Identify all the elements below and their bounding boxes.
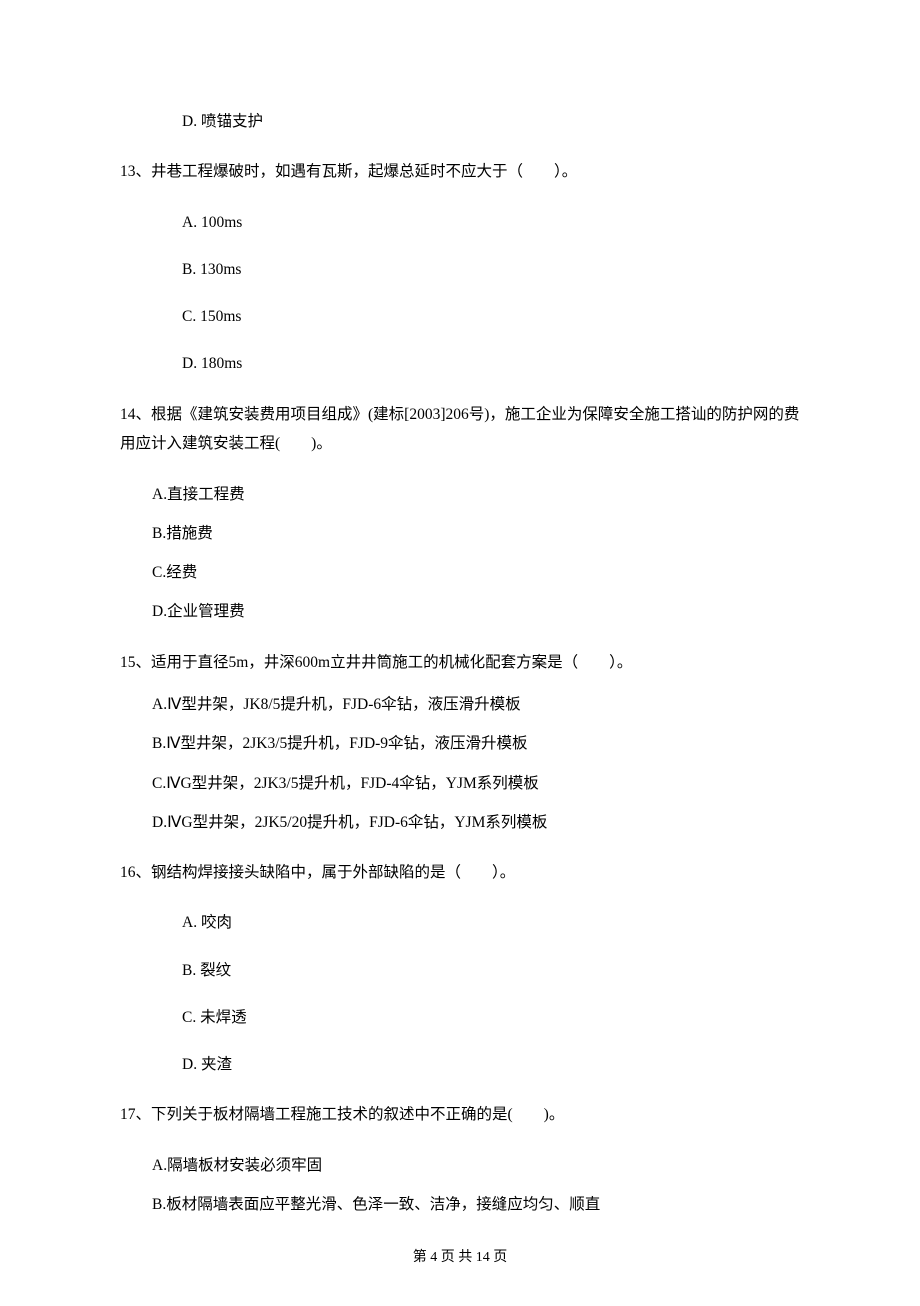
q16-option-b: B. 裂纹 bbox=[120, 959, 800, 982]
q13-option-b: B. 130ms bbox=[120, 258, 800, 281]
q13-option-c: C. 150ms bbox=[120, 305, 800, 328]
q17-stem: 17、下列关于板材隔墙工程施工技术的叙述中不正确的是( )。 bbox=[120, 1100, 800, 1129]
q13-option-a: A. 100ms bbox=[120, 211, 800, 234]
q15-option-c: C.ⅣG型井架，2JK3/5提升机，FJD‐4伞钻，YJM系列模板 bbox=[120, 772, 800, 795]
q16-option-a: A. 咬肉 bbox=[120, 911, 800, 934]
q14-option-c: C.经费 bbox=[120, 561, 800, 584]
q17-option-a: A.隔墙板材安装必须牢固 bbox=[120, 1154, 800, 1177]
q14-option-d: D.企业管理费 bbox=[120, 600, 800, 623]
q14-option-a: A.直接工程费 bbox=[120, 483, 800, 506]
q16-option-c: C. 未焊透 bbox=[120, 1006, 800, 1029]
q16-stem: 16、钢结构焊接接头缺陷中，属于外部缺陷的是（ ）。 bbox=[120, 858, 800, 887]
q15-option-a: A.Ⅳ型井架，JK8/5提升机，FJD‐6伞钻，液压滑升模板 bbox=[120, 693, 800, 716]
q13-stem: 13、井巷工程爆破时，如遇有瓦斯，起爆总延时不应大于（ ）。 bbox=[120, 157, 800, 186]
page-footer: 第 4 页 共 14 页 bbox=[120, 1246, 800, 1266]
document-page: D. 喷锚支护 13、井巷工程爆破时，如遇有瓦斯，起爆总延时不应大于（ ）。 A… bbox=[0, 0, 920, 1306]
q17-option-b: B.板材隔墙表面应平整光滑、色泽一致、洁净，接缝应均匀、顺直 bbox=[120, 1193, 800, 1216]
q13-option-d: D. 180ms bbox=[120, 352, 800, 375]
q15-option-d: D.ⅣG型井架，2JK5/20提升机，FJD‐6伞钻，YJM系列模板 bbox=[120, 811, 800, 834]
q16-option-d: D. 夹渣 bbox=[120, 1053, 800, 1076]
q15-stem: 15、适用于直径5m，井深600m立井井筒施工的机械化配套方案是（ ）。 bbox=[120, 648, 800, 677]
q14-stem: 14、根据《建筑安装费用项目组成》(建标[2003]206号)，施工企业为保障安… bbox=[120, 400, 800, 459]
q12-option-d: D. 喷锚支护 bbox=[120, 110, 800, 133]
q14-option-b: B.措施费 bbox=[120, 522, 800, 545]
q15-option-b: B.Ⅳ型井架，2JK3/5提升机，FJD‐9伞钻，液压滑升模板 bbox=[120, 732, 800, 755]
